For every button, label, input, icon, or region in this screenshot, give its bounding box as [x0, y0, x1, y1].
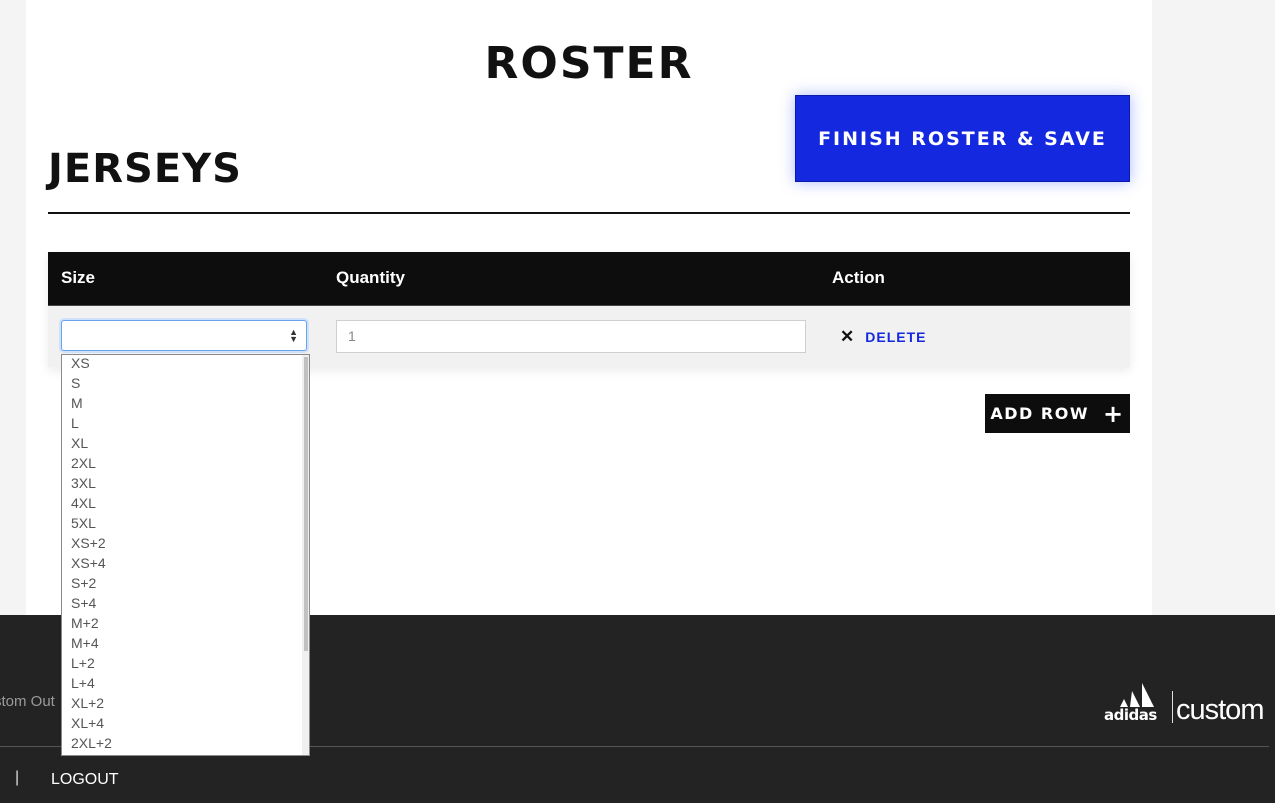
column-header-size: Size: [61, 268, 96, 287]
size-option[interactable]: S: [62, 373, 302, 393]
size-option[interactable]: XS: [62, 355, 302, 373]
section-title: JERSEYS: [48, 146, 242, 192]
size-option[interactable]: XL: [62, 433, 302, 453]
size-option[interactable]: 4XL: [62, 493, 302, 513]
size-options: XS S M L XL 2XL 3XL 4XL 5XL XS+2 XS+4 S+2 S+4 M+2 M+4 L…: [62, 355, 302, 753]
plus-icon: +: [1102, 399, 1125, 428]
delete-label: DELETE: [865, 329, 927, 345]
size-option[interactable]: 3XL: [62, 473, 302, 493]
page-title: ROSTER: [484, 38, 694, 89]
size-select[interactable]: ▲ ▼: [61, 320, 307, 351]
size-dropdown-list[interactable]: XS S M L XL 2XL 3XL 4XL 5XL XS+2 XS+4 S+2 S+4 M+2 M+4 L…: [61, 354, 310, 756]
close-icon: ✕: [840, 327, 855, 346]
size-option[interactable]: L+2: [62, 653, 302, 673]
adidas-stripes-icon: [1120, 683, 1154, 707]
size-option[interactable]: M: [62, 393, 302, 413]
size-option[interactable]: XL+2: [62, 693, 302, 713]
add-row-button[interactable]: ADD ROW +: [985, 394, 1130, 433]
size-option[interactable]: XL+4: [62, 713, 302, 733]
brand-suffix: custom: [1176, 694, 1264, 726]
adidas-custom-logo: adidas custom: [1104, 681, 1272, 726]
size-option[interactable]: 5XL: [62, 513, 302, 533]
logout-link[interactable]: LOGOUT: [51, 771, 119, 789]
size-option[interactable]: XS+4: [62, 553, 302, 573]
footer-separator: |: [15, 769, 20, 786]
add-row-label: ADD ROW: [990, 404, 1089, 423]
column-header-action: Action: [832, 268, 885, 287]
size-option[interactable]: L+4: [62, 673, 302, 693]
brand-wordmark: adidas: [1104, 706, 1157, 724]
size-option[interactable]: S+4: [62, 593, 302, 613]
dropdown-scrollbar[interactable]: [302, 355, 309, 755]
column-header-quantity: Quantity: [336, 268, 405, 287]
delete-button[interactable]: ✕ DELETE: [840, 327, 926, 347]
size-option[interactable]: M+2: [62, 613, 302, 633]
roster-table: Size Quantity Action ▲ ▼ 1 ✕ DELETE: [48, 252, 1130, 367]
size-option[interactable]: XS+2: [62, 533, 302, 553]
quantity-input[interactable]: 1: [336, 320, 806, 353]
size-option[interactable]: 2XL: [62, 453, 302, 473]
size-option[interactable]: S+2: [62, 573, 302, 593]
footer-text: stom Out: [0, 693, 55, 710]
section-divider: [48, 212, 1130, 214]
brand-separator: [1172, 691, 1173, 723]
size-option[interactable]: L: [62, 413, 302, 433]
table-header: Size Quantity Action: [48, 252, 1130, 305]
dropdown-scrollbar-thumb[interactable]: [304, 357, 308, 651]
size-option[interactable]: 2XL+2: [62, 733, 302, 753]
finish-roster-save-button[interactable]: FINISH ROSTER & SAVE: [795, 95, 1130, 182]
select-arrows-icon: ▲ ▼: [289, 327, 298, 344]
size-option[interactable]: M+4: [62, 633, 302, 653]
